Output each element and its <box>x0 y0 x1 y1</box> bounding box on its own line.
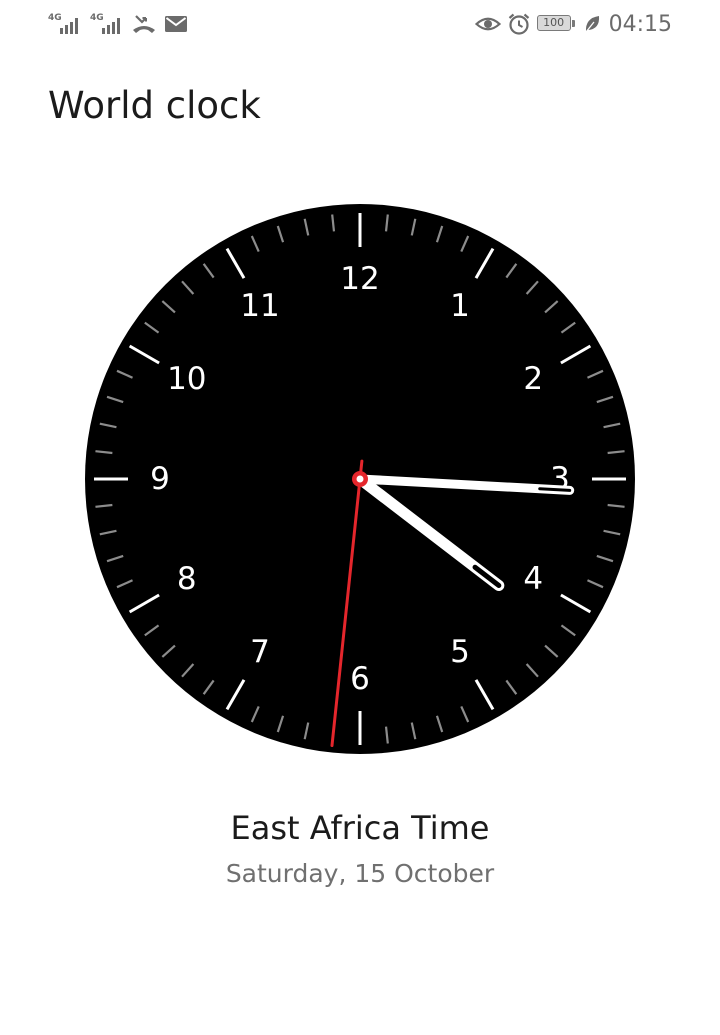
center-dot <box>356 475 364 483</box>
battery-tip <box>571 20 575 27</box>
minute-hand-slot <box>538 487 572 492</box>
clock-numeral: 5 <box>450 634 470 670</box>
clock-face-svg: 121234567891011 <box>85 204 635 754</box>
clock-numeral: 10 <box>167 361 206 397</box>
leaf-icon <box>585 16 599 33</box>
status-bar: 4G 4G 100 04:15 <box>0 0 720 50</box>
alarm-icon <box>508 13 529 35</box>
clock-numeral: 8 <box>177 561 197 597</box>
status-right-group: 100 04:15 <box>474 10 672 38</box>
status-left-group: 4G 4G <box>48 10 188 38</box>
signal-2: 4G <box>90 12 124 36</box>
clock-numeral: 11 <box>240 288 279 324</box>
battery-icon: 100 <box>536 15 577 33</box>
timezone-name: East Africa Time <box>230 809 490 847</box>
clock-numeral: 4 <box>523 561 543 597</box>
battery-level: 100 <box>543 16 565 29</box>
clock-numeral: 1 <box>450 288 470 324</box>
timezone-date: Saturday, 15 October <box>225 859 495 888</box>
signal-bars-icon <box>60 18 78 34</box>
eye-icon <box>474 17 501 31</box>
clock-numeral: 7 <box>250 634 270 670</box>
clock-numeral: 9 <box>150 461 170 497</box>
analog-clock: 12 1 2 3 4 5 6 7 8 9 10 11 <box>85 204 635 754</box>
missed-call-icon <box>133 15 155 33</box>
clock-numeral: 6 <box>350 661 370 697</box>
status-time: 04:15 <box>608 11 672 37</box>
mail-icon <box>165 16 187 32</box>
clock-numeral: 12 <box>340 261 379 297</box>
signal-1: 4G <box>48 12 82 36</box>
signal-bars-icon <box>102 18 120 34</box>
clock-numeral: 2 <box>523 361 543 397</box>
page-title: World clock <box>48 84 261 127</box>
